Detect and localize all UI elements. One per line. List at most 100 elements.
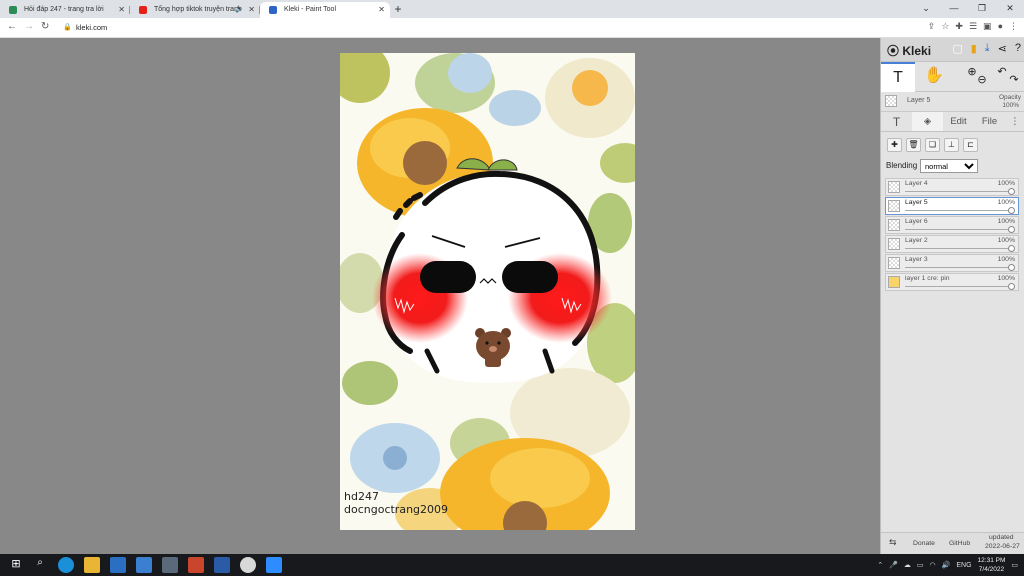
layer-list: Layer 4 100% Layer 5 100% Layer 6 100% L… xyxy=(885,178,1019,292)
text-tool-button[interactable]: T xyxy=(881,62,915,92)
hand-tool-icon[interactable]: ✋ xyxy=(917,62,951,92)
layer-opacity-handle[interactable] xyxy=(1008,245,1015,252)
file-explorer-icon[interactable] xyxy=(84,557,100,573)
chevron-up-icon[interactable]: ⌃ xyxy=(877,561,883,569)
chrome-icon[interactable] xyxy=(240,557,256,573)
layer-opacity-handle[interactable] xyxy=(1008,188,1015,195)
opacity-value[interactable]: 100% xyxy=(1002,102,1019,109)
close-tab-icon[interactable]: ✕ xyxy=(118,2,125,18)
layer-opacity-handle[interactable] xyxy=(1008,207,1015,214)
current-layer-name: Layer 5 xyxy=(907,97,931,104)
edge-icon[interactable] xyxy=(58,557,74,573)
reload-icon[interactable]: ↻ xyxy=(41,21,49,32)
layer-opacity-slider[interactable] xyxy=(905,286,1012,287)
layer-opacity-slider[interactable] xyxy=(905,191,1012,192)
merge-layer-icon[interactable]: ⊥ xyxy=(944,138,959,152)
extensions-icon[interactable]: ✚ xyxy=(955,21,963,32)
system-tray: ⌃ 🎤 ☁ ▭ ◠ 🔊 ENG 12:31 PM 7/4/2022 ▭ xyxy=(877,554,1018,576)
panel-footer: ⇆ Donate GitHub updated 2022-06-27 xyxy=(881,532,1024,554)
url-input[interactable]: 🔒 kleki.com xyxy=(56,20,876,35)
forward-icon[interactable]: → xyxy=(24,21,34,32)
avatar[interactable]: ● xyxy=(998,21,1003,32)
zoom-app-icon[interactable] xyxy=(266,557,282,573)
layer-opacity-slider[interactable] xyxy=(905,248,1012,249)
tab-title: Hỏi đáp 247 - trang tra lời xyxy=(24,6,104,13)
layer-opacity-slider[interactable] xyxy=(905,210,1012,211)
layer-item-layer-3[interactable]: Layer 3 100% xyxy=(885,254,1019,272)
github-link[interactable]: GitHub xyxy=(949,540,970,547)
sidebar-icon[interactable]: ▣ xyxy=(983,21,992,32)
close-window-icon[interactable]: ✕ xyxy=(996,0,1024,16)
share-icon[interactable]: ⋖ xyxy=(998,42,1007,55)
layer-name: Layer 5 xyxy=(905,199,928,206)
rename-layer-icon[interactable]: ⊏ xyxy=(963,138,978,152)
layer-name: Layer 4 xyxy=(905,180,928,187)
battery-icon[interactable]: ▭ xyxy=(917,561,924,569)
tab-youtube[interactable]: Tổng hợp tiktok truyện tranh 🔈 ✕ xyxy=(130,2,260,18)
layer-item-layer-1[interactable]: layer 1 cre: pin 100% xyxy=(885,273,1019,291)
duplicate-layer-icon[interactable]: ❏ xyxy=(925,138,940,152)
new-image-icon[interactable]: ▢ xyxy=(952,42,962,55)
star-icon[interactable]: ☆ xyxy=(941,21,949,32)
share-icon[interactable]: ⇪ xyxy=(928,21,936,32)
help-icon[interactable]: ? xyxy=(1015,42,1021,55)
chevron-down-icon[interactable]: ⌄ xyxy=(912,0,940,16)
tab-kleki[interactable]: Kleki - Paint Tool ✕ xyxy=(260,2,390,18)
cloud-icon[interactable]: ☁ xyxy=(904,561,911,569)
layer-opacity-handle[interactable] xyxy=(1008,283,1015,290)
powerpoint-icon[interactable] xyxy=(188,557,204,573)
speaker-icon[interactable]: 🔈 xyxy=(235,2,244,18)
tab-file[interactable]: File xyxy=(974,112,1005,131)
layers-icon: ◈ xyxy=(923,116,932,127)
tab-edit[interactable]: Edit xyxy=(943,112,974,131)
delete-layer-icon[interactable]: 🗑 xyxy=(906,138,921,152)
swap-sides-icon[interactable]: ⇆ xyxy=(889,537,897,548)
store-icon[interactable] xyxy=(110,557,126,573)
wifi-icon[interactable]: ◠ xyxy=(930,561,936,569)
url-text: kleki.com xyxy=(76,23,108,32)
microphone-icon[interactable]: 🎤 xyxy=(889,561,898,569)
donate-link[interactable]: Donate xyxy=(913,540,935,547)
layer-item-layer-2[interactable]: Layer 2 100% xyxy=(885,235,1019,253)
tab-title: Tổng hợp tiktok truyện tranh xyxy=(154,6,242,13)
blending-select[interactable]: normal xyxy=(920,159,978,173)
layer-opacity-handle[interactable] xyxy=(1008,226,1015,233)
tab-hoidap[interactable]: Hỏi đáp 247 - trang tra lời ✕ xyxy=(0,2,130,18)
add-layer-icon[interactable]: ✚ xyxy=(887,138,902,152)
camera-icon[interactable] xyxy=(162,557,178,573)
download-icon[interactable]: ⤓ xyxy=(985,42,990,55)
tab-layers[interactable]: ◈ xyxy=(912,112,943,131)
close-tab-icon[interactable]: ✕ xyxy=(378,2,385,18)
mail-icon[interactable] xyxy=(136,557,152,573)
layer-item-layer-6[interactable]: Layer 6 100% xyxy=(885,216,1019,234)
restore-icon[interactable]: ❐ xyxy=(968,0,996,16)
notification-icon[interactable]: ▭ xyxy=(1011,561,1018,569)
more-menu-icon[interactable]: ⋮ xyxy=(1005,112,1024,131)
browser-toolbar-icons: ⇪ ☆ ✚ ☰ ▣ ● ⋮ xyxy=(928,21,1018,32)
menu-icon[interactable]: ⋮ xyxy=(1009,21,1018,32)
language-indicator[interactable]: ENG xyxy=(956,562,971,569)
back-icon[interactable]: ← xyxy=(7,21,17,32)
opacity-label: Opacity xyxy=(998,94,1021,101)
volume-icon[interactable]: 🔊 xyxy=(942,561,951,569)
import-icon[interactable]: ▮ xyxy=(971,42,977,55)
windows-start-icon[interactable]: ⊞ xyxy=(8,557,24,573)
clock[interactable]: 12:31 PM 7/4/2022 xyxy=(978,556,1006,574)
layer-thumbnail xyxy=(888,257,900,269)
layer-opacity-slider[interactable] xyxy=(905,267,1012,268)
tool-row: T ✋ ⊕ ⊖ ↶ ↷ xyxy=(881,62,1024,92)
search-icon[interactable]: ⌕ xyxy=(32,557,48,573)
tab-text[interactable]: T xyxy=(881,112,912,131)
artwork-canvas[interactable]: hd247 docngoctrang2009 xyxy=(340,53,635,530)
layer-opacity-handle[interactable] xyxy=(1008,264,1015,271)
reading-list-icon[interactable]: ☰ xyxy=(969,21,977,32)
close-tab-icon[interactable]: ✕ xyxy=(248,2,255,18)
layer-item-layer-5[interactable]: Layer 5 100% xyxy=(885,197,1019,215)
word-icon[interactable] xyxy=(214,557,230,573)
current-layer-row: Layer 5 Opacity 100% xyxy=(881,92,1024,112)
layer-item-layer-4[interactable]: Layer 4 100% xyxy=(885,178,1019,196)
new-tab-button[interactable]: + xyxy=(390,2,406,18)
minimize-icon[interactable]: — xyxy=(940,0,968,16)
signature-text-2: docngoctrang2009 xyxy=(344,503,449,516)
layer-opacity-slider[interactable] xyxy=(905,229,1012,230)
